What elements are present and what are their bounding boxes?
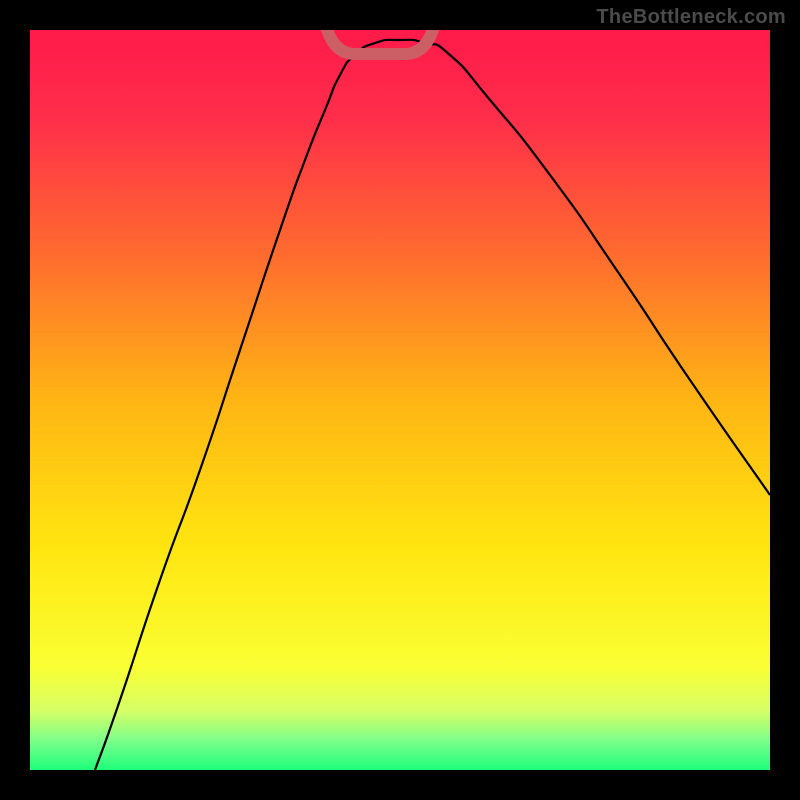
bottleneck-curve (30, 30, 770, 770)
watermark-text: TheBottleneck.com (596, 6, 786, 29)
chart-plot-area (30, 30, 770, 770)
